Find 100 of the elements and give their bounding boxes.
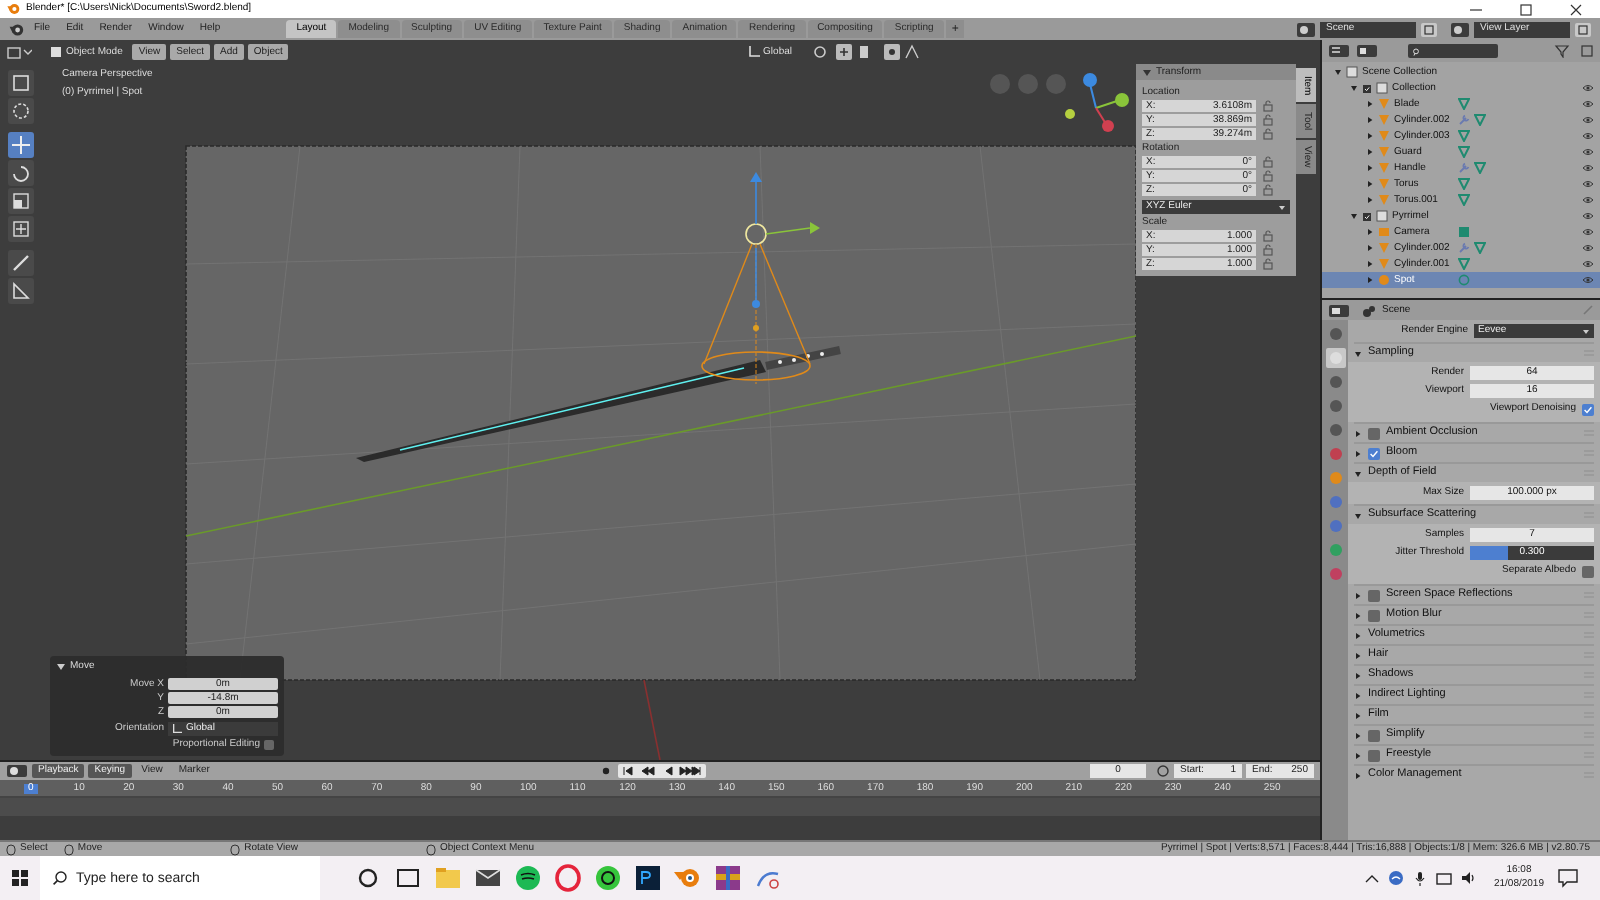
disclosure-icon bbox=[1354, 349, 1362, 357]
record-icon[interactable] bbox=[598, 764, 615, 778]
lock-icon[interactable] bbox=[1262, 230, 1274, 242]
lock-icon[interactable] bbox=[1262, 184, 1274, 196]
disclosure-icon bbox=[1354, 651, 1362, 659]
view-layer-tab-icon[interactable] bbox=[1325, 396, 1345, 416]
eye-icon[interactable] bbox=[1582, 100, 1594, 108]
proportional-editing-icon[interactable] bbox=[884, 44, 900, 60]
collection-icon bbox=[1376, 82, 1388, 94]
checkbox[interactable] bbox=[1368, 447, 1380, 459]
falloff-icon[interactable] bbox=[904, 44, 920, 60]
eye-icon[interactable] bbox=[1582, 180, 1594, 188]
eye-icon[interactable] bbox=[1582, 212, 1594, 220]
disclosure-icon bbox=[1354, 771, 1362, 779]
scene-tab-icon[interactable] bbox=[1325, 420, 1345, 440]
collection-icon bbox=[1346, 66, 1358, 78]
scene-type-icon[interactable] bbox=[1296, 21, 1316, 37]
disclosure-icon bbox=[1354, 449, 1362, 457]
move-icon[interactable] bbox=[8, 132, 34, 158]
eye-icon[interactable] bbox=[1582, 228, 1594, 236]
outliner-type-icon[interactable] bbox=[1328, 44, 1350, 58]
rotate-icon[interactable] bbox=[8, 160, 34, 186]
scale-icon[interactable] bbox=[8, 188, 34, 214]
eye-icon[interactable] bbox=[1582, 260, 1594, 268]
stopwatch-icon[interactable] bbox=[1156, 764, 1170, 778]
disclosure-icon bbox=[1354, 511, 1362, 519]
transform-icon[interactable] bbox=[8, 216, 34, 242]
caret-icon bbox=[1582, 327, 1590, 335]
blender-logo-icon[interactable] bbox=[8, 21, 24, 37]
playback-controls-icon[interactable] bbox=[618, 764, 707, 778]
render-tab-icon[interactable] bbox=[1325, 348, 1345, 368]
disclosure-icon bbox=[1354, 591, 1362, 599]
eye-icon[interactable] bbox=[1582, 196, 1594, 204]
checkbox[interactable] bbox=[1368, 729, 1380, 741]
caret-icon bbox=[1278, 203, 1286, 211]
pivot-icon[interactable] bbox=[812, 44, 832, 60]
checkbox[interactable] bbox=[1368, 589, 1380, 601]
lock-icon[interactable] bbox=[1262, 114, 1274, 126]
search-field[interactable] bbox=[1408, 44, 1498, 58]
close-icon[interactable] bbox=[1568, 1, 1584, 17]
search-icon bbox=[1412, 47, 1420, 55]
monitor-icon[interactable] bbox=[1433, 868, 1454, 888]
scene-icon bbox=[1362, 303, 1376, 317]
tool-tab-icon[interactable] bbox=[1325, 324, 1345, 344]
lock-icon[interactable] bbox=[1262, 170, 1274, 182]
mouse-icon bbox=[230, 843, 241, 855]
speaker-icon[interactable] bbox=[1457, 868, 1478, 888]
new-collection-icon[interactable] bbox=[1580, 44, 1594, 58]
disclosure-icon bbox=[1354, 469, 1362, 477]
navigation-gizmo-drawing[interactable] bbox=[1065, 73, 1129, 132]
select-box-icon[interactable] bbox=[8, 70, 34, 96]
lock-icon[interactable] bbox=[1262, 244, 1274, 256]
lock-icon[interactable] bbox=[1262, 258, 1274, 270]
eye-icon[interactable] bbox=[1582, 116, 1594, 124]
eye-icon[interactable] bbox=[1582, 164, 1594, 172]
checkbox[interactable] bbox=[1582, 403, 1594, 415]
maximize-icon[interactable] bbox=[1518, 1, 1534, 17]
lock-icon[interactable] bbox=[1262, 100, 1274, 112]
collection-icon bbox=[1376, 210, 1388, 222]
new-scene-icon[interactable] bbox=[1420, 21, 1438, 37]
output-tab-icon[interactable] bbox=[1325, 372, 1345, 392]
checkbox[interactable] bbox=[1368, 609, 1380, 621]
notification-icon[interactable] bbox=[1556, 866, 1580, 890]
lock-icon[interactable] bbox=[1262, 128, 1274, 140]
magnet-icon[interactable] bbox=[856, 44, 872, 60]
cursor-icon[interactable] bbox=[8, 98, 34, 124]
eye-icon[interactable] bbox=[1582, 244, 1594, 252]
ruler-icon[interactable] bbox=[8, 278, 34, 304]
disclosure-icon bbox=[1354, 671, 1362, 679]
eye-icon[interactable] bbox=[1582, 148, 1594, 156]
properties-type-icon[interactable] bbox=[1328, 303, 1350, 317]
eye-icon[interactable] bbox=[1582, 84, 1594, 92]
clock-icon[interactable] bbox=[6, 764, 28, 778]
light-icon bbox=[1378, 274, 1390, 286]
pencil-icon[interactable] bbox=[8, 250, 34, 276]
view-layer-type-icon[interactable] bbox=[1450, 21, 1470, 37]
search-icon bbox=[52, 870, 68, 886]
eye-icon[interactable] bbox=[1582, 132, 1594, 140]
disclosure-icon bbox=[1354, 611, 1362, 619]
lock-icon[interactable] bbox=[1262, 156, 1274, 168]
filter-icon[interactable] bbox=[1554, 44, 1574, 58]
editor-type-icon[interactable] bbox=[6, 44, 32, 60]
checkbox-icon[interactable] bbox=[1362, 83, 1372, 93]
checkbox[interactable] bbox=[1582, 565, 1594, 577]
snap-icon[interactable] bbox=[836, 44, 852, 60]
cube-icon bbox=[50, 46, 62, 58]
mouse-icon bbox=[6, 843, 16, 855]
network-icon[interactable] bbox=[1385, 868, 1406, 888]
disclosure-icon bbox=[1354, 711, 1362, 719]
checkbox-icon[interactable] bbox=[1362, 211, 1372, 221]
collapse-icon[interactable] bbox=[56, 662, 66, 672]
disclosure-icon bbox=[1354, 429, 1362, 437]
checkbox[interactable] bbox=[264, 740, 274, 750]
display-mode-icon[interactable] bbox=[1356, 44, 1378, 58]
mouse-icon bbox=[426, 843, 437, 855]
mouse-icon bbox=[63, 843, 74, 855]
eye-icon[interactable] bbox=[1582, 276, 1594, 284]
checkbox[interactable] bbox=[1368, 427, 1380, 439]
axes-icon bbox=[747, 46, 760, 58]
checkbox[interactable] bbox=[1368, 749, 1380, 761]
